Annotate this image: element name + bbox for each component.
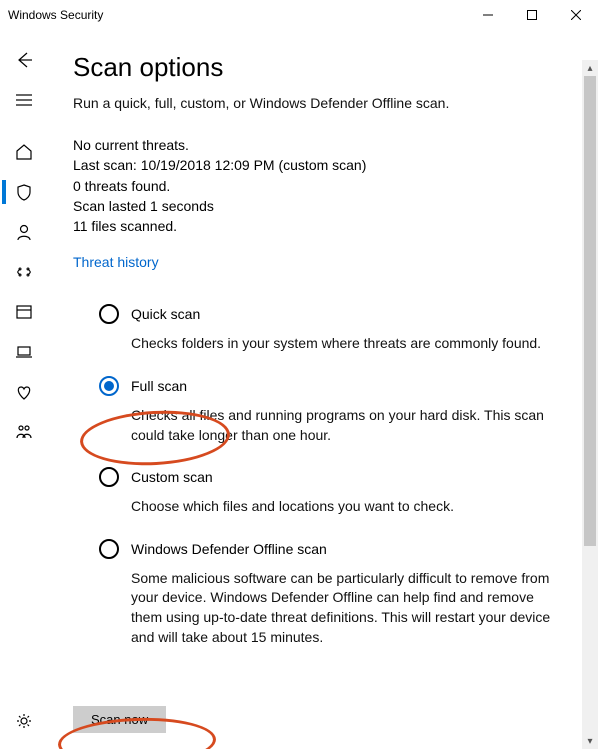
sidebar-item-app-browser[interactable]: [2, 292, 46, 332]
option-label: Quick scan: [131, 306, 200, 322]
firewall-icon: [15, 263, 33, 281]
family-icon: [15, 423, 33, 441]
scan-now-button[interactable]: Scan now: [73, 706, 166, 733]
option-label: Custom scan: [131, 469, 213, 485]
sidebar-item-device-health[interactable]: [2, 372, 46, 412]
window-controls: [466, 0, 598, 30]
option-description: Choose which files and locations you wan…: [131, 497, 568, 517]
radio-custom[interactable]: Custom scan: [99, 467, 568, 487]
heart-icon: [15, 383, 33, 401]
laptop-icon: [15, 343, 33, 361]
radio-icon: [99, 304, 119, 324]
sidebar-item-family[interactable]: [2, 412, 46, 452]
shield-icon: [15, 183, 33, 201]
sidebar: [0, 30, 48, 749]
status-last-scan: Last scan: 10/19/2018 12:09 PM (custom s…: [73, 155, 568, 175]
radio-offline[interactable]: Windows Defender Offline scan: [99, 539, 568, 559]
close-icon: [571, 10, 581, 20]
sidebar-item-firewall[interactable]: [2, 252, 46, 292]
status-no-threats: No current threats.: [73, 135, 568, 155]
maximize-button[interactable]: [510, 0, 554, 30]
minimize-button[interactable]: [466, 0, 510, 30]
sidebar-item-home[interactable]: [2, 132, 46, 172]
option-custom: Custom scan Choose which files and locat…: [99, 467, 568, 517]
radio-full[interactable]: Full scan: [99, 376, 568, 396]
minimize-icon: [483, 10, 493, 20]
gear-icon: [15, 712, 33, 730]
back-icon: [15, 51, 33, 69]
option-description: Some malicious software can be particula…: [131, 569, 568, 647]
scroll-track: [582, 76, 598, 733]
scrollbar[interactable]: ▴ ▾: [582, 60, 598, 749]
option-label: Full scan: [131, 378, 187, 394]
scroll-up-icon: ▴: [582, 60, 598, 76]
back-button[interactable]: [2, 40, 46, 80]
sidebar-item-settings[interactable]: [2, 701, 46, 741]
close-button[interactable]: [554, 0, 598, 30]
option-offline: Windows Defender Offline scan Some malic…: [99, 539, 568, 647]
scroll-thumb[interactable]: [584, 76, 596, 546]
menu-button[interactable]: [2, 80, 46, 120]
page-subtitle: Run a quick, full, custom, or Windows De…: [73, 95, 568, 111]
status-block: No current threats. Last scan: 10/19/201…: [73, 135, 568, 236]
option-quick: Quick scan Checks folders in your system…: [99, 304, 568, 354]
threat-history-link[interactable]: Threat history: [73, 254, 159, 270]
main-content: Scan options Run a quick, full, custom, …: [48, 30, 598, 749]
status-files-scanned: 11 files scanned.: [73, 216, 568, 236]
sidebar-item-account[interactable]: [2, 212, 46, 252]
radio-quick[interactable]: Quick scan: [99, 304, 568, 324]
account-icon: [15, 223, 33, 241]
status-threats-found: 0 threats found.: [73, 176, 568, 196]
window-title: Windows Security: [8, 8, 466, 22]
radio-icon: [99, 467, 119, 487]
radio-icon: [99, 376, 119, 396]
home-icon: [15, 143, 33, 161]
radio-icon: [99, 539, 119, 559]
option-description: Checks folders in your system where thre…: [131, 334, 568, 354]
sidebar-item-security[interactable]: [2, 172, 46, 212]
menu-icon: [15, 91, 33, 109]
option-label: Windows Defender Offline scan: [131, 541, 327, 557]
option-full: Full scan Checks all files and running p…: [99, 376, 568, 445]
scroll-down-icon: ▾: [582, 733, 598, 749]
status-scan-duration: Scan lasted 1 seconds: [73, 196, 568, 216]
scan-options: Quick scan Checks folders in your system…: [99, 304, 568, 647]
option-description: Checks all files and running programs on…: [131, 406, 568, 445]
titlebar: Windows Security: [0, 0, 598, 30]
sidebar-item-device-security[interactable]: [2, 332, 46, 372]
window-icon: [15, 303, 33, 321]
maximize-icon: [527, 10, 537, 20]
page-title: Scan options: [73, 52, 568, 83]
